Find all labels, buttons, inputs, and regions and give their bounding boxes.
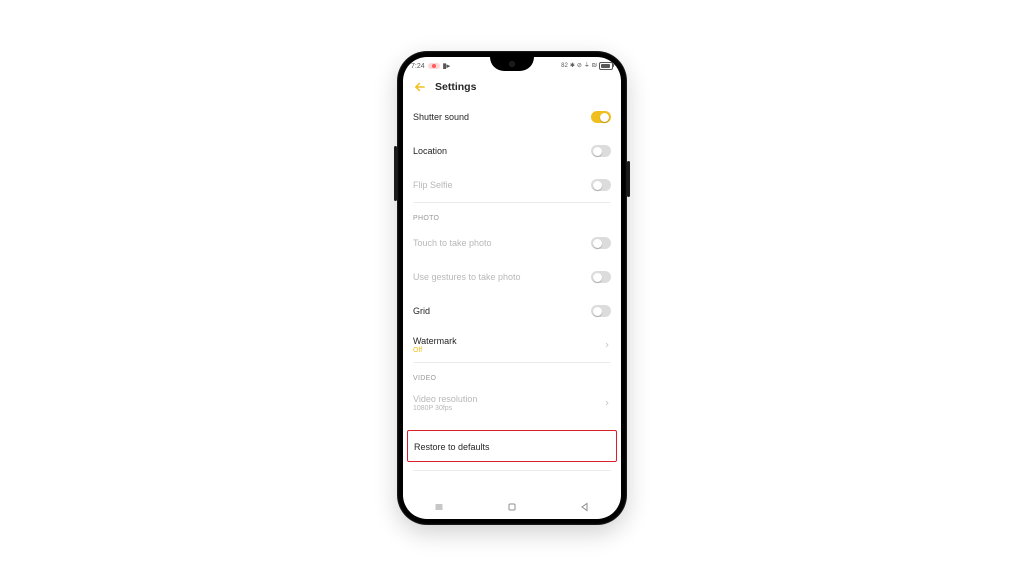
status-time: 7:24 — [411, 63, 425, 70]
status-bar-right: 82 ✱ ⊘ ⏚ ₪ — [561, 62, 613, 70]
row-flip-selfie: Flip Selfie — [413, 168, 611, 202]
phone-screen: 7:24 ▮▸ 82 ✱ ⊘ ⏚ ₪ Settings — [403, 57, 621, 519]
row-gestures-photo: Use gestures to take photo — [413, 260, 611, 294]
value-watermark: Off — [413, 347, 457, 354]
toggle-location[interactable] — [591, 145, 611, 157]
status-battery-text: 82 — [561, 63, 568, 69]
phone-frame: 7:24 ▮▸ 82 ✱ ⊘ ⏚ ₪ Settings — [397, 51, 627, 525]
camera-indicator-icon: ▮▸ — [443, 62, 450, 70]
page-title: Settings — [435, 81, 476, 93]
system-nav-bar — [403, 495, 621, 519]
label-watermark: Watermark — [413, 336, 457, 346]
label-flip-selfie: Flip Selfie — [413, 180, 453, 190]
signal-icon: ₪ — [592, 63, 597, 69]
status-bar-left: 7:24 ▮▸ — [411, 62, 450, 70]
row-touch-photo: Touch to take photo — [413, 226, 611, 260]
toggle-touch-photo — [591, 237, 611, 249]
stage: 7:24 ▮▸ 82 ✱ ⊘ ⏚ ₪ Settings — [0, 0, 1024, 576]
mic-indicator — [428, 63, 440, 69]
row-video-resolution: Video resolution 1080P 30fps — [413, 386, 611, 420]
battery-icon — [599, 62, 613, 70]
chevron-right-icon — [603, 341, 611, 349]
dnd-icon: ⊘ — [577, 63, 582, 69]
divider — [413, 470, 611, 471]
settings-list: Shutter sound Location Flip Selfie PHOTO… — [403, 100, 621, 495]
spacer — [413, 420, 611, 430]
toggle-grid[interactable] — [591, 305, 611, 317]
wifi-icon: ⏚ — [584, 63, 590, 69]
label-touch-photo: Touch to take photo — [413, 238, 492, 248]
label-grid: Grid — [413, 306, 430, 316]
label-location: Location — [413, 146, 447, 156]
toggle-flip-selfie — [591, 179, 611, 191]
label-video-resolution: Video resolution — [413, 394, 477, 404]
menu-icon — [433, 501, 445, 513]
arrow-left-icon — [413, 80, 427, 94]
label-restore-defaults: Restore to defaults — [414, 442, 490, 452]
toggle-gestures-photo — [591, 271, 611, 283]
nav-back-button[interactable] — [579, 501, 591, 513]
section-video: VIDEO — [413, 363, 611, 386]
row-restore-defaults[interactable]: Restore to defaults — [407, 430, 617, 462]
square-icon — [506, 501, 518, 513]
row-grid[interactable]: Grid — [413, 294, 611, 328]
section-photo: PHOTO — [413, 203, 611, 226]
nav-home-button[interactable] — [506, 501, 518, 513]
row-location[interactable]: Location — [413, 134, 611, 168]
label-gestures-photo: Use gestures to take photo — [413, 272, 521, 282]
back-button[interactable] — [413, 80, 427, 94]
row-shutter-sound[interactable]: Shutter sound — [413, 100, 611, 134]
nav-recents-button[interactable] — [433, 501, 445, 513]
row-watermark[interactable]: Watermark Off — [413, 328, 611, 362]
title-bar: Settings — [403, 74, 621, 100]
bluetooth-icon: ✱ — [570, 63, 575, 69]
label-shutter-sound: Shutter sound — [413, 112, 469, 122]
value-video-resolution: 1080P 30fps — [413, 405, 477, 412]
chevron-right-icon — [603, 399, 611, 407]
triangle-left-icon — [579, 501, 591, 513]
toggle-shutter-sound[interactable] — [591, 111, 611, 123]
